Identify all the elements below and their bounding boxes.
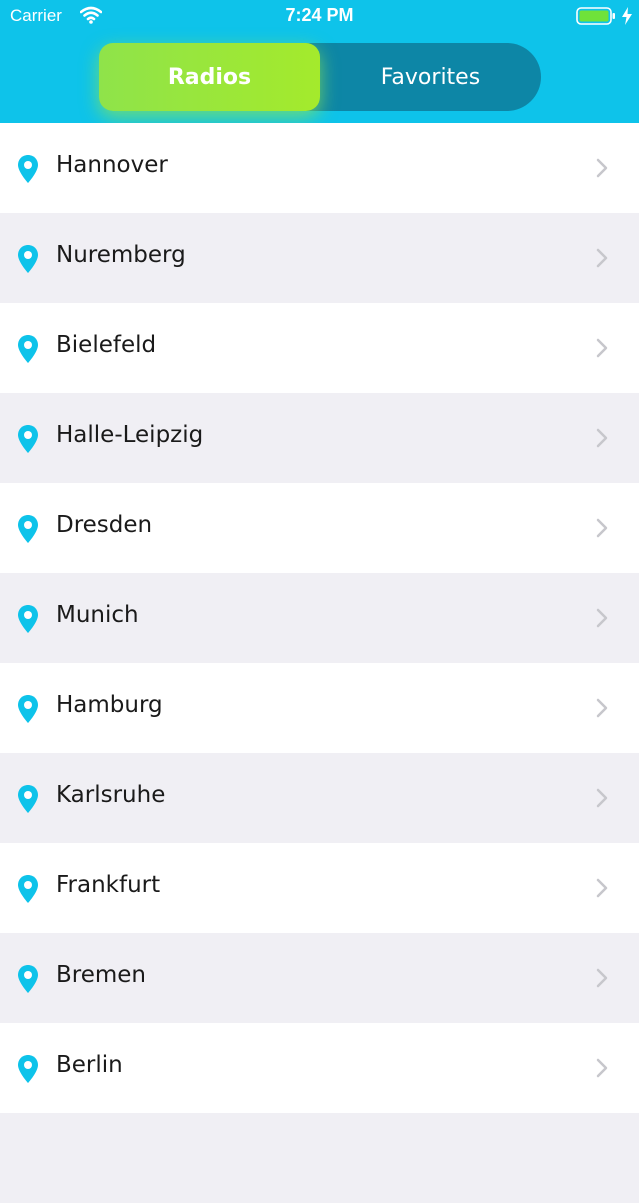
list-item-bremen[interactable]: Bremen [0, 933, 639, 1023]
chevron-right-icon [596, 428, 608, 448]
chevron-right-icon [596, 788, 608, 808]
chevron-right-icon [596, 158, 608, 178]
battery-icon [576, 7, 615, 25]
list-item-label: Frankfurt [56, 872, 161, 898]
list-item-label: Berlin [56, 1052, 123, 1078]
map-pin-icon [18, 965, 38, 993]
map-pin-icon [18, 605, 38, 633]
map-pin-icon [18, 695, 38, 723]
map-pin-icon [18, 155, 38, 183]
map-pin-icon [18, 425, 38, 453]
list-item-frankfurt[interactable]: Frankfurt [0, 843, 639, 933]
list-item-label: Dresden [56, 512, 153, 538]
chevron-right-icon [596, 878, 608, 898]
chevron-right-icon [596, 698, 608, 718]
list-item-halle-leipzig[interactable]: Halle-Leipzig [0, 393, 639, 483]
list-item-label: Nuremberg [56, 242, 186, 268]
map-pin-icon [18, 875, 38, 903]
chevron-right-icon [596, 1058, 608, 1078]
map-pin-icon [18, 785, 38, 813]
list-item-dresden[interactable]: Dresden [0, 483, 639, 573]
city-list: Hannover Nuremberg Bielefeld Halle-Leipz… [0, 123, 639, 1203]
list-item-partial[interactable] [0, 1113, 639, 1203]
list-item-label: Hamburg [56, 692, 163, 718]
chevron-right-icon [596, 248, 608, 268]
map-pin-icon [18, 515, 38, 543]
list-item-label: Munich [56, 602, 139, 628]
chevron-right-icon [596, 608, 608, 628]
list-item-hamburg[interactable]: Hamburg [0, 663, 639, 753]
segmented-control: Favorites Radios [99, 43, 541, 111]
app-header: Carrier 7:24 PM Favorites Radios [0, 0, 639, 123]
map-pin-icon [18, 335, 38, 363]
list-item-label: Halle-Leipzig [56, 422, 204, 448]
list-item-label: Bremen [56, 962, 147, 988]
map-pin-icon [18, 245, 38, 273]
list-item-label: Hannover [56, 152, 168, 178]
list-item-hannover[interactable]: Hannover [0, 123, 639, 213]
list-item-berlin[interactable]: Berlin [0, 1023, 639, 1113]
status-bar: Carrier 7:24 PM [0, 0, 639, 34]
map-pin-icon [18, 1055, 38, 1083]
chevron-right-icon [596, 338, 608, 358]
status-time: 7:24 PM [285, 5, 354, 25]
tab-radios[interactable]: Radios [99, 43, 320, 111]
list-item-nuremberg[interactable]: Nuremberg [0, 213, 639, 303]
list-item-label: Bielefeld [56, 332, 157, 358]
list-item-karlsruhe[interactable]: Karlsruhe [0, 753, 639, 843]
tab-favorites[interactable]: Favorites [320, 43, 541, 111]
charging-bolt-icon [622, 7, 632, 25]
list-item-bielefeld[interactable]: Bielefeld [0, 303, 639, 393]
chevron-right-icon [596, 518, 608, 538]
chevron-right-icon [596, 968, 608, 988]
list-item-label: Karlsruhe [56, 782, 166, 808]
list-item-munich[interactable]: Munich [0, 573, 639, 663]
